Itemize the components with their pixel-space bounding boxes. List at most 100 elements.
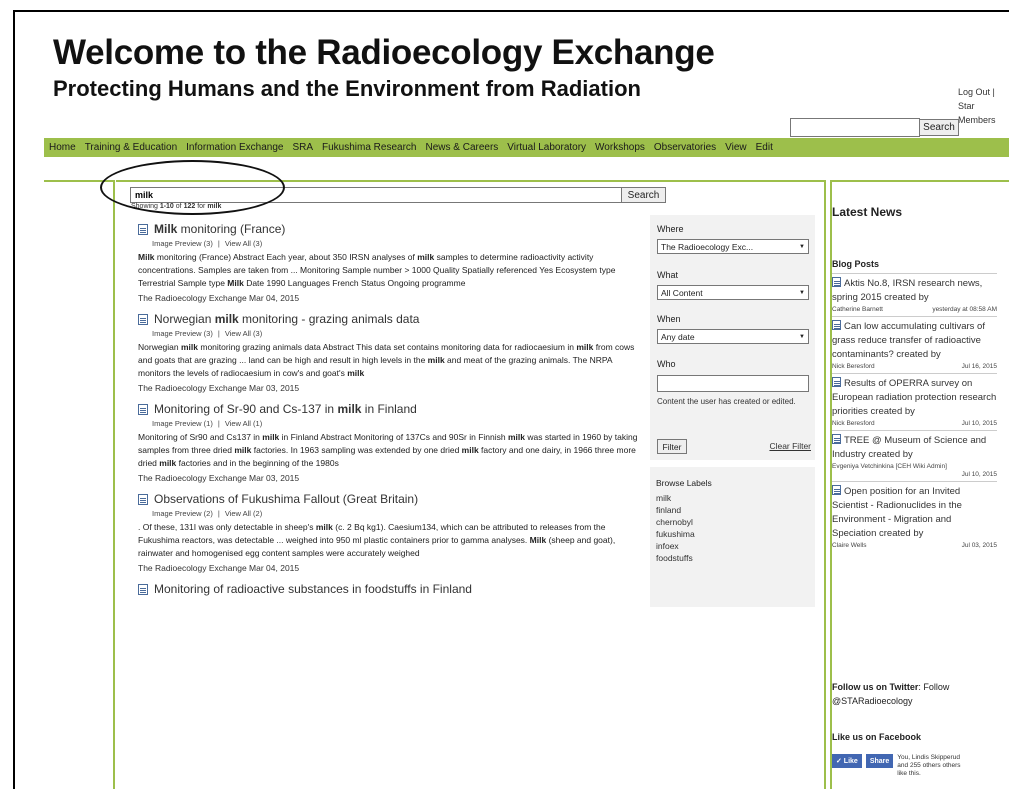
label-link[interactable]: finland (656, 504, 809, 516)
blog-post-link[interactable]: Open position for an Invited Scientist -… (832, 485, 997, 541)
document-icon (138, 223, 148, 235)
blog-post: TREE @ Museum of Science and Industry cr… (832, 430, 997, 481)
nav-home[interactable]: Home (49, 142, 76, 153)
site-search-input[interactable] (790, 118, 920, 137)
result-title-link[interactable]: Norwegian milk monitoring - grazing anim… (138, 312, 646, 326)
when-select[interactable]: Any date ▼ (657, 329, 809, 344)
nav-news-careers[interactable]: News & Careers (425, 142, 498, 153)
facebook-share-button[interactable]: Share (865, 754, 894, 768)
dropdown-arrow-icon: ▼ (799, 243, 805, 250)
blog-post: Can low accumulating cultivars of grass … (832, 316, 997, 373)
blog-author[interactable]: Evgeniya Vetchinkina [CEH Wiki Admin] (832, 463, 947, 470)
clear-filter-link[interactable]: Clear Filter (769, 441, 811, 451)
result-description: Monitoring of Sr90 and Cs137 in milk in … (138, 432, 638, 468)
twitter-follow: Follow us on Twitter: Follow @STARadioec… (832, 682, 950, 706)
left-column (44, 180, 115, 789)
nav-virtual-laboratory[interactable]: Virtual Laboratory (507, 142, 586, 153)
who-hint: Content the user has created or edited. (657, 397, 796, 406)
blog-date: Jul 03, 2015 (961, 542, 997, 549)
blog-icon (832, 434, 841, 444)
nav-workshops[interactable]: Workshops (595, 142, 645, 153)
blog-author[interactable]: Catherine Barnett (832, 306, 883, 313)
browse-labels-heading: Browse Labels (656, 478, 712, 488)
result-description: Norwegian milk monitoring grazing animal… (138, 342, 635, 378)
blog-author[interactable]: Claire Wells (832, 542, 867, 549)
blog-date: Jul 10, 2015 (961, 471, 997, 478)
who-input[interactable] (657, 375, 809, 392)
label-link[interactable]: milk (656, 492, 809, 504)
facebook-likes-text: You, Lindis Skipperud and 255 others oth… (897, 754, 961, 777)
label-link[interactable]: infoex (656, 540, 809, 552)
dropdown-arrow-icon: ▼ (799, 289, 805, 296)
blog-icon (832, 485, 841, 495)
result-title-link[interactable]: Observations of Fukushima Fallout (Great… (138, 492, 646, 506)
blog-author[interactable]: Nick Beresford (832, 420, 875, 427)
search-filter-panel: Where The Radioecology Exc... ▼ What All … (650, 215, 815, 460)
blog-posts-heading: Blog Posts (832, 259, 880, 269)
document-icon (138, 313, 148, 325)
nav-observatories[interactable]: Observatories (654, 142, 716, 153)
blog-post-link[interactable]: Results of OPERRA survey on European rad… (832, 377, 997, 419)
site-search-button[interactable]: Search (919, 119, 959, 136)
image-preview-link[interactable]: Image Preview (3) (152, 329, 213, 338)
image-preview-link[interactable]: Image Preview (3) (152, 239, 213, 248)
star-link[interactable]: Star (958, 99, 996, 113)
blog-date: yesterday at 08:58 AM (932, 306, 997, 313)
where-select[interactable]: The Radioecology Exc... ▼ (657, 239, 809, 254)
result-meta: Image Preview (3) | View All (3) (152, 329, 263, 338)
dropdown-arrow-icon: ▼ (799, 333, 805, 340)
blog-icon (832, 320, 841, 330)
blog-post-link[interactable]: Can low accumulating cultivars of grass … (832, 320, 997, 362)
result-item: Monitoring of radioactive substances in … (138, 582, 646, 596)
result-meta: Image Preview (3) | View All (3) (152, 239, 263, 248)
result-title-link[interactable]: Monitoring of Sr-90 and Cs-137 in milk i… (138, 402, 646, 416)
view-all-link[interactable]: View All (3) (225, 239, 262, 248)
view-all-link[interactable]: View All (1) (225, 419, 262, 428)
blog-post-link[interactable]: Aktis No.8, IRSN research news, spring 2… (832, 277, 997, 305)
view-all-link[interactable]: View All (3) (225, 329, 262, 338)
nav-view[interactable]: View (725, 142, 747, 153)
search-button[interactable]: Search (621, 187, 666, 203)
result-item: Milk monitoring (France) Image Preview (… (138, 222, 646, 303)
blog-post-link[interactable]: TREE @ Museum of Science and Industry cr… (832, 434, 997, 462)
nav-sra[interactable]: SRA (292, 142, 313, 153)
latest-news-heading: Latest News (832, 205, 903, 219)
result-item: Monitoring of Sr-90 and Cs-137 in milk i… (138, 402, 646, 483)
image-preview-link[interactable]: Image Preview (1) (152, 419, 213, 428)
nav-fukushima-research[interactable]: Fukushima Research (322, 142, 416, 153)
result-source: The Radioecology Exchange Mar 03, 2015 (138, 383, 300, 393)
browse-labels: Browse Labels milk finland chernobyl fuk… (650, 467, 815, 607)
main-nav: Home Training & Education Information Ex… (44, 138, 1009, 157)
facebook-like-button[interactable]: ✓ Like (832, 754, 862, 768)
view-all-link[interactable]: View All (2) (225, 509, 262, 518)
result-source: The Radioecology Exchange Mar 04, 2015 (138, 563, 300, 573)
filter-button[interactable]: Filter (657, 439, 687, 454)
who-label: Who (657, 359, 676, 369)
where-label: Where (657, 224, 684, 234)
nav-edit[interactable]: Edit (756, 142, 773, 153)
label-link[interactable]: fukushima (656, 528, 809, 540)
site-title: Welcome to the Radioecology Exchange (53, 33, 715, 72)
blog-post-meta: Evgeniya Vetchinkina [CEH Wiki Admin] (832, 463, 997, 470)
nav-information-exchange[interactable]: Information Exchange (186, 142, 283, 153)
user-links: Log Out | Star Members (958, 85, 996, 127)
label-link[interactable]: chernobyl (656, 516, 809, 528)
logout-link[interactable]: Log Out | (958, 85, 996, 99)
result-item: Norwegian milk monitoring - grazing anim… (138, 312, 646, 393)
when-label: When (657, 314, 681, 324)
result-source: The Radioecology Exchange Mar 03, 2015 (138, 473, 300, 483)
members-link[interactable]: Members (958, 113, 996, 127)
blog-icon (832, 277, 841, 287)
nav-training-education[interactable]: Training & Education (85, 142, 177, 153)
result-title-link[interactable]: Monitoring of radioactive substances in … (138, 582, 646, 596)
blog-post: Results of OPERRA survey on European rad… (832, 373, 997, 430)
blog-post-meta: Nick Beresford Jul 16, 2015 (832, 363, 997, 370)
facebook-widget: ✓ Like Share You, Lindis Skipperud and 2… (832, 754, 965, 778)
result-title-link[interactable]: Milk monitoring (France) (138, 222, 646, 236)
label-link[interactable]: foodstuffs (656, 552, 809, 564)
blog-author[interactable]: Nick Beresford (832, 363, 875, 370)
image-preview-link[interactable]: Image Preview (2) (152, 509, 213, 518)
facebook-heading: Like us on Facebook (832, 732, 922, 742)
blog-date: Jul 10, 2015 (961, 420, 997, 427)
what-select[interactable]: All Content ▼ (657, 285, 809, 300)
